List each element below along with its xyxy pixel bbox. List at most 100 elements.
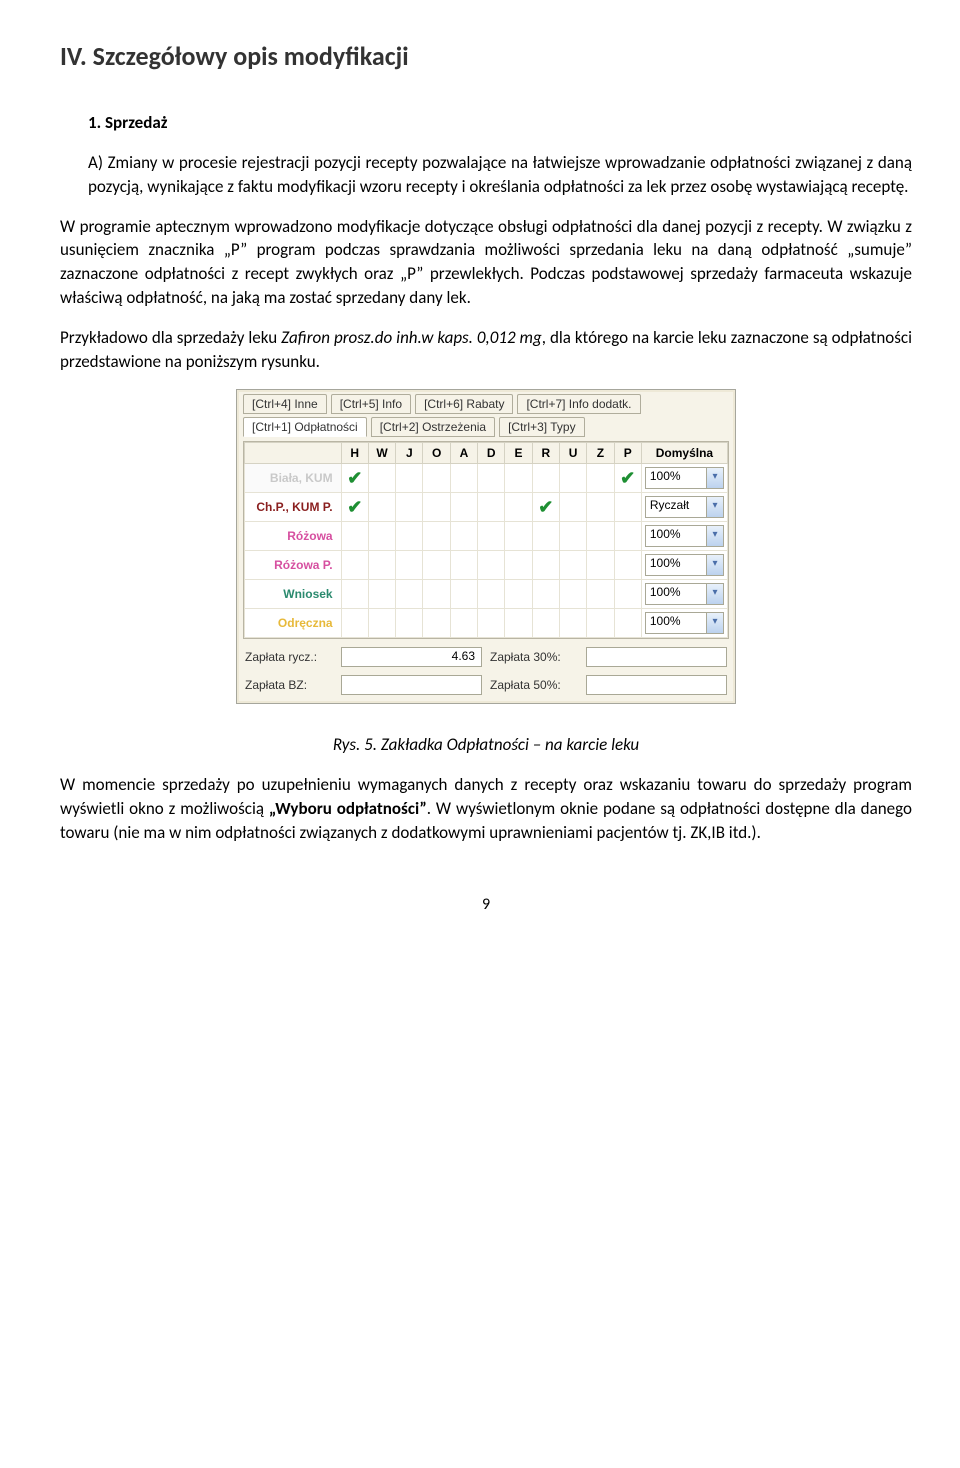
tab-typy[interactable]: [Ctrl+3] Typy — [499, 417, 584, 437]
check-cell[interactable] — [614, 580, 641, 609]
default-combo[interactable]: Ryczałt▾ — [645, 496, 724, 518]
check-cell[interactable] — [587, 609, 614, 638]
check-cell[interactable] — [532, 609, 559, 638]
col-e: E — [505, 443, 532, 464]
check-cell[interactable] — [450, 609, 477, 638]
check-cell[interactable] — [423, 522, 450, 551]
check-cell[interactable] — [423, 464, 450, 493]
check-cell[interactable]: ✔ — [341, 493, 368, 522]
check-cell[interactable] — [450, 522, 477, 551]
check-cell[interactable]: ✔ — [532, 493, 559, 522]
check-cell[interactable] — [450, 464, 477, 493]
check-cell[interactable] — [478, 580, 505, 609]
chevron-down-icon[interactable]: ▾ — [706, 468, 723, 488]
check-cell[interactable] — [478, 551, 505, 580]
check-cell[interactable] — [478, 493, 505, 522]
check-cell[interactable] — [368, 609, 395, 638]
check-cell[interactable] — [368, 493, 395, 522]
tab-rabaty[interactable]: [Ctrl+6] Rabaty — [415, 394, 513, 414]
default-combo[interactable]: 100%▾ — [645, 612, 724, 634]
check-cell[interactable] — [396, 580, 423, 609]
check-cell[interactable] — [587, 464, 614, 493]
check-cell[interactable] — [505, 464, 532, 493]
pay-bz-field[interactable] — [341, 675, 482, 695]
check-cell[interactable] — [614, 609, 641, 638]
chevron-down-icon[interactable]: ▾ — [706, 526, 723, 546]
check-cell[interactable] — [532, 522, 559, 551]
check-cell[interactable] — [587, 493, 614, 522]
check-cell[interactable] — [396, 493, 423, 522]
check-cell[interactable] — [368, 580, 395, 609]
check-cell[interactable] — [396, 609, 423, 638]
check-cell[interactable] — [368, 522, 395, 551]
check-cell[interactable] — [614, 493, 641, 522]
check-cell[interactable]: ✔ — [614, 464, 641, 493]
tab-inne[interactable]: [Ctrl+4] Inne — [243, 394, 327, 414]
check-cell[interactable] — [368, 464, 395, 493]
check-cell[interactable] — [532, 551, 559, 580]
check-cell[interactable] — [505, 609, 532, 638]
check-cell[interactable] — [423, 551, 450, 580]
check-cell[interactable] — [478, 522, 505, 551]
check-cell[interactable] — [532, 580, 559, 609]
check-cell[interactable] — [396, 522, 423, 551]
check-cell[interactable] — [341, 609, 368, 638]
check-cell[interactable] — [423, 609, 450, 638]
chevron-down-icon[interactable]: ▾ — [706, 584, 723, 604]
default-combo-cell: Ryczałt▾ — [641, 493, 727, 522]
check-cell[interactable] — [341, 580, 368, 609]
check-cell[interactable] — [368, 551, 395, 580]
check-cell[interactable] — [559, 580, 586, 609]
col-domyslna: Domyślna — [641, 443, 727, 464]
chevron-down-icon[interactable]: ▾ — [706, 497, 723, 517]
check-cell[interactable] — [559, 522, 586, 551]
check-cell[interactable] — [505, 493, 532, 522]
check-cell[interactable] — [423, 493, 450, 522]
check-cell[interactable] — [341, 522, 368, 551]
tab-ostrzezenia[interactable]: [Ctrl+2] Ostrzeżenia — [371, 417, 495, 437]
tab-odplatnosci[interactable]: [Ctrl+1] Odpłatności — [243, 417, 367, 437]
check-cell[interactable] — [396, 464, 423, 493]
check-cell[interactable] — [450, 580, 477, 609]
tab-info[interactable]: [Ctrl+5] Info — [331, 394, 411, 414]
tab-info-dodatk[interactable]: [Ctrl+7] Info dodatk. — [517, 394, 640, 414]
pay-30-field[interactable] — [586, 647, 727, 667]
check-cell[interactable] — [505, 551, 532, 580]
check-cell[interactable] — [559, 609, 586, 638]
check-cell[interactable] — [478, 464, 505, 493]
check-cell[interactable] — [423, 580, 450, 609]
check-cell[interactable] — [478, 609, 505, 638]
check-cell[interactable] — [505, 522, 532, 551]
default-combo-cell: 100%▾ — [641, 551, 727, 580]
default-combo[interactable]: 100%▾ — [645, 583, 724, 605]
check-cell[interactable] — [559, 493, 586, 522]
check-cell[interactable] — [532, 464, 559, 493]
page-number: 9 — [60, 895, 912, 914]
check-cell[interactable]: ✔ — [341, 464, 368, 493]
combo-value: Ryczałt — [646, 497, 706, 517]
default-combo[interactable]: 100%▾ — [645, 525, 724, 547]
check-cell[interactable] — [450, 551, 477, 580]
default-combo[interactable]: 100%▾ — [645, 554, 724, 576]
pay-row-1: Zapłata rycz.: 4.63 Zapłata 30%: — [243, 647, 729, 667]
chevron-down-icon[interactable]: ▾ — [706, 555, 723, 575]
chevron-down-icon[interactable]: ▾ — [706, 613, 723, 633]
check-cell[interactable] — [587, 580, 614, 609]
check-cell[interactable] — [614, 522, 641, 551]
check-cell[interactable] — [450, 493, 477, 522]
pay-50-field[interactable] — [586, 675, 727, 695]
default-combo[interactable]: 100%▾ — [645, 467, 724, 489]
odplatnosci-grid-wrap: H W J O A D E R U Z P Domyślna Biała, KU — [243, 441, 729, 639]
check-cell[interactable] — [341, 551, 368, 580]
check-cell[interactable] — [587, 551, 614, 580]
pay-50-label: Zapłata 50%: — [490, 678, 580, 692]
check-cell[interactable] — [559, 551, 586, 580]
check-cell[interactable] — [559, 464, 586, 493]
check-cell[interactable] — [396, 551, 423, 580]
check-cell[interactable] — [587, 522, 614, 551]
pay-rycz-field[interactable]: 4.63 — [341, 647, 482, 667]
row-label: Odręczna — [245, 609, 342, 638]
pay-bz-label: Zapłata BZ: — [245, 678, 335, 692]
check-cell[interactable] — [614, 551, 641, 580]
check-cell[interactable] — [505, 580, 532, 609]
